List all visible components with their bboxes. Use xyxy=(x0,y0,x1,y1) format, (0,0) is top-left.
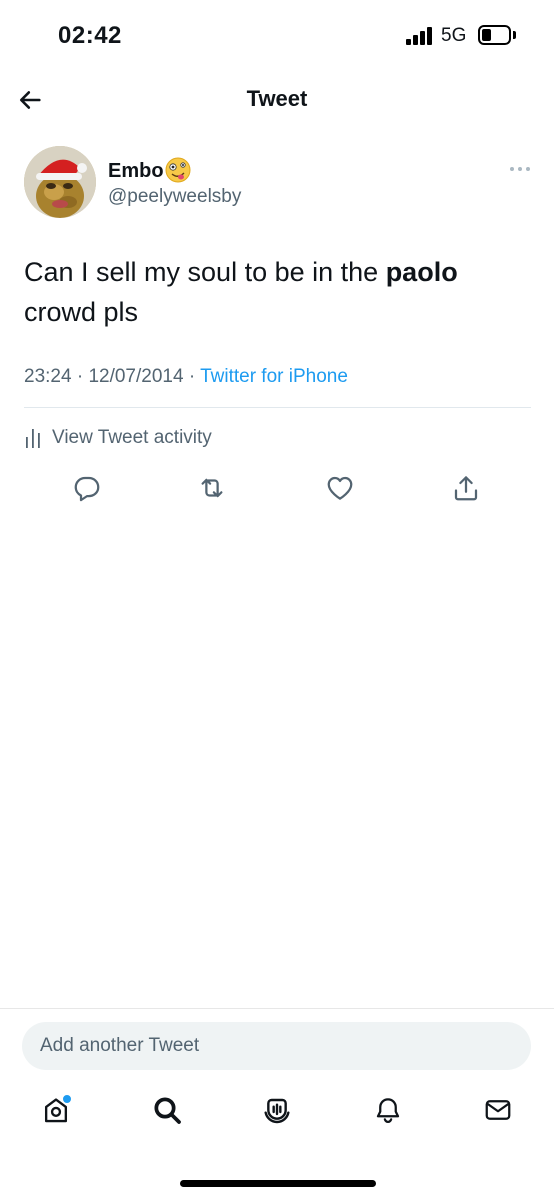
tweet-source-link[interactable]: Twitter for iPhone xyxy=(200,366,348,387)
spaces-icon xyxy=(264,1098,290,1124)
retweet-icon xyxy=(201,478,223,498)
heart-icon xyxy=(327,476,353,500)
add-another-tweet-input[interactable]: Add another Tweet xyxy=(22,1022,531,1070)
like-button[interactable] xyxy=(322,470,358,506)
home-indicator xyxy=(180,1180,376,1187)
signal-icon xyxy=(406,27,434,45)
status-bar: 02:42 5G xyxy=(0,0,554,72)
more-options-button[interactable] xyxy=(508,162,532,176)
tab-messages[interactable] xyxy=(478,1090,518,1130)
display-name[interactable]: Embo xyxy=(108,160,164,183)
messages-icon xyxy=(485,1100,511,1120)
tab-spaces[interactable] xyxy=(257,1090,297,1130)
user-handle[interactable]: @peelyweelsby xyxy=(108,186,241,208)
tweet-author: Embo @peelyweelsby xyxy=(24,146,534,220)
notifications-icon xyxy=(376,1098,400,1124)
tweet-date: 12/07/2014 xyxy=(88,366,184,387)
page-title: Tweet xyxy=(246,86,308,111)
share-button[interactable] xyxy=(448,470,484,506)
tweet-text-bold: paolo xyxy=(385,257,458,287)
reply-icon xyxy=(74,476,100,502)
view-tweet-activity-button[interactable]: View Tweet activity xyxy=(24,424,212,452)
meta-separator: · xyxy=(188,366,196,387)
meta-separator: · xyxy=(76,366,84,387)
bottom-tab-bar xyxy=(0,1090,554,1146)
analytics-icon xyxy=(26,429,40,448)
tweet-actions xyxy=(0,470,554,510)
tweet-meta: 23:24 · 12/07/2014 · Twitter for iPhone xyxy=(24,366,348,388)
battery-tip xyxy=(513,31,516,39)
reply-button[interactable] xyxy=(69,470,105,506)
tweet-text-end: crowd pls xyxy=(24,297,139,327)
network-label: 5G xyxy=(441,25,467,46)
tab-notifications[interactable] xyxy=(368,1090,408,1130)
zany-face-emoji-icon xyxy=(164,156,192,184)
nav-bar: Tweet xyxy=(0,72,554,126)
retweet-button[interactable] xyxy=(194,470,230,506)
tweet-text-start: Can I sell my soul to be in the xyxy=(24,257,386,287)
home-notification-dot xyxy=(62,1094,72,1104)
compose-divider xyxy=(0,1008,554,1009)
view-tweet-activity-label: View Tweet activity xyxy=(52,427,212,448)
tweet-time: 23:24 xyxy=(24,366,72,387)
tab-search[interactable] xyxy=(147,1090,187,1130)
tweet-text: Can I sell my soul to be in the paolo cr… xyxy=(24,252,514,332)
share-icon xyxy=(454,476,478,501)
battery-icon xyxy=(478,25,511,45)
divider xyxy=(24,407,531,408)
arrow-left-icon xyxy=(19,91,41,109)
back-button[interactable] xyxy=(12,82,48,118)
more-dots-icon xyxy=(510,167,530,171)
status-time: 02:42 xyxy=(58,22,122,49)
avatar-image xyxy=(24,146,96,218)
compose-placeholder: Add another Tweet xyxy=(40,1035,200,1056)
avatar[interactable] xyxy=(24,146,96,218)
search-icon xyxy=(154,1097,181,1124)
